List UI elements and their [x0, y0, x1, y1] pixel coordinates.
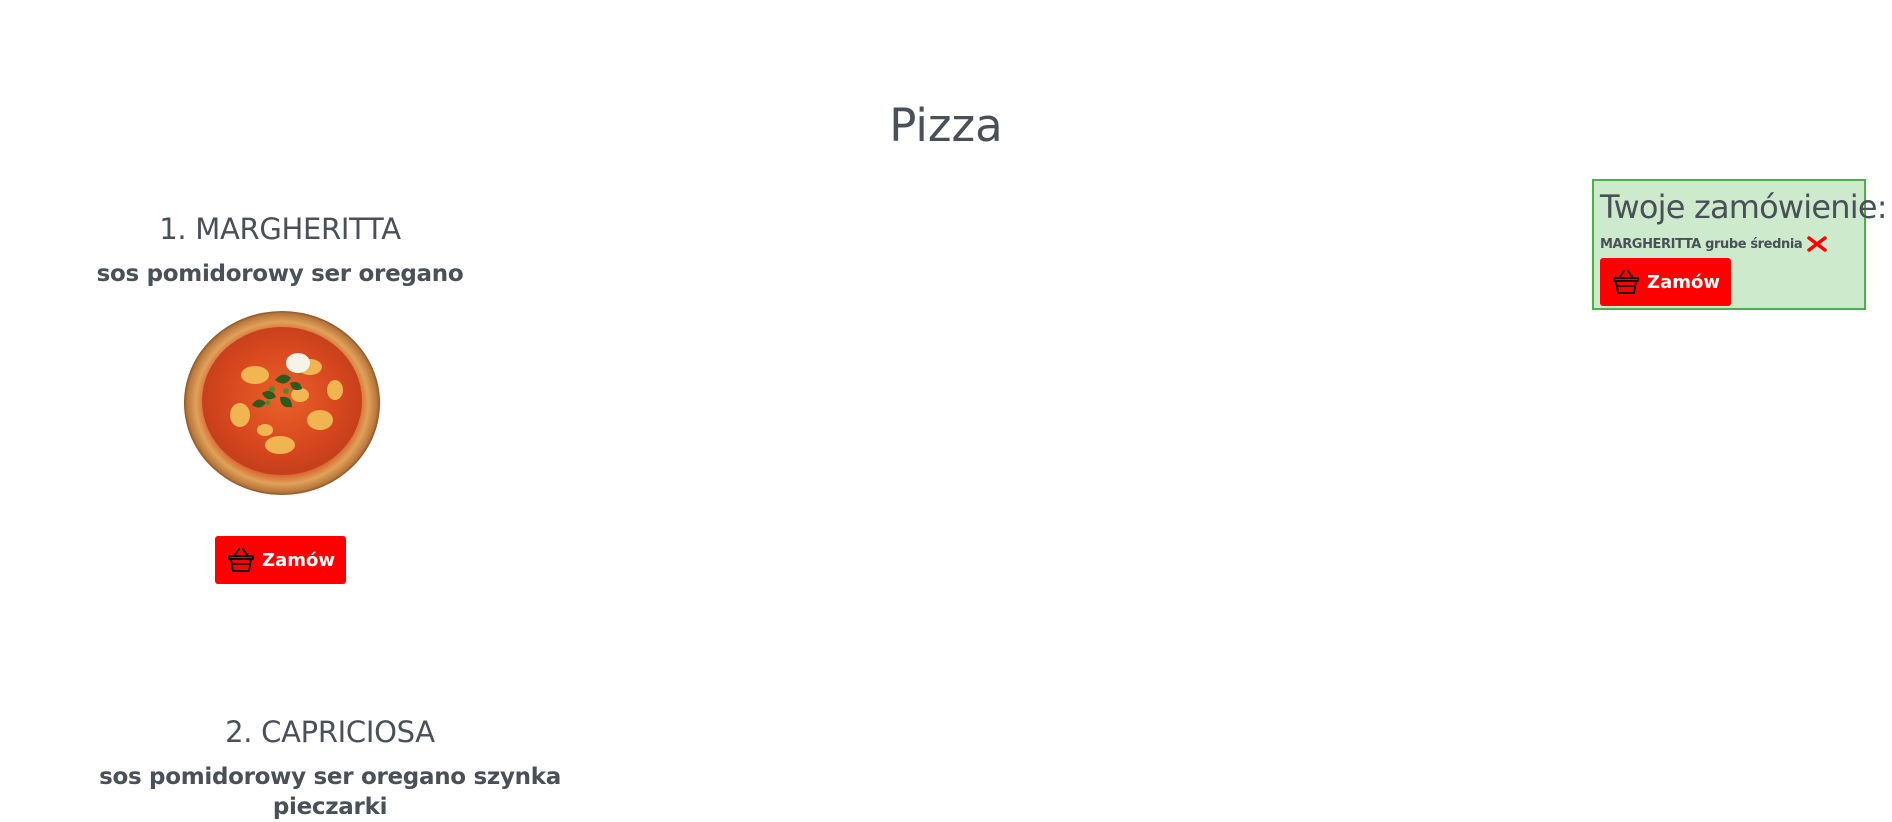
basket-icon: [228, 548, 254, 572]
menu-item-margheritta: 1. MARGHERITTA sos pomidorowy ser oregan…: [80, 211, 480, 289]
remove-x-icon[interactable]: [1806, 235, 1828, 253]
order-button-label: Zamów: [262, 549, 335, 571]
order-cart: Twoje zamówienie: MARGHERITTA grube śred…: [1592, 179, 1888, 310]
cart-order-button[interactable]: Zamów: [1600, 258, 1731, 306]
cart-item: MARGHERITTA grube średnia: [1600, 235, 1828, 253]
pizza-name: 2. CAPRICIOSA: [225, 715, 435, 749]
pizza-image: [184, 311, 380, 495]
cart-item-label: MARGHERITTA grube średnia: [1600, 236, 1803, 252]
basket-icon: [1613, 270, 1639, 294]
pizza-name: 1. MARGHERITTA: [159, 212, 401, 246]
pizza-ingredients: sos pomidorowy ser oregano: [96, 261, 464, 287]
menu-item-capriciosa: 2. CAPRICIOSA sos pomidorowy ser oregano…: [40, 714, 620, 822]
pizza-ingredients: sos pomidorowy ser oregano szynka piecza…: [99, 764, 561, 820]
page-title: Pizza: [889, 99, 1003, 152]
cart-order-button-label: Zamów: [1647, 271, 1720, 293]
order-button-margheritta[interactable]: Zamów: [215, 536, 346, 584]
cart-title: Twoje zamówienie:: [1600, 188, 1888, 226]
